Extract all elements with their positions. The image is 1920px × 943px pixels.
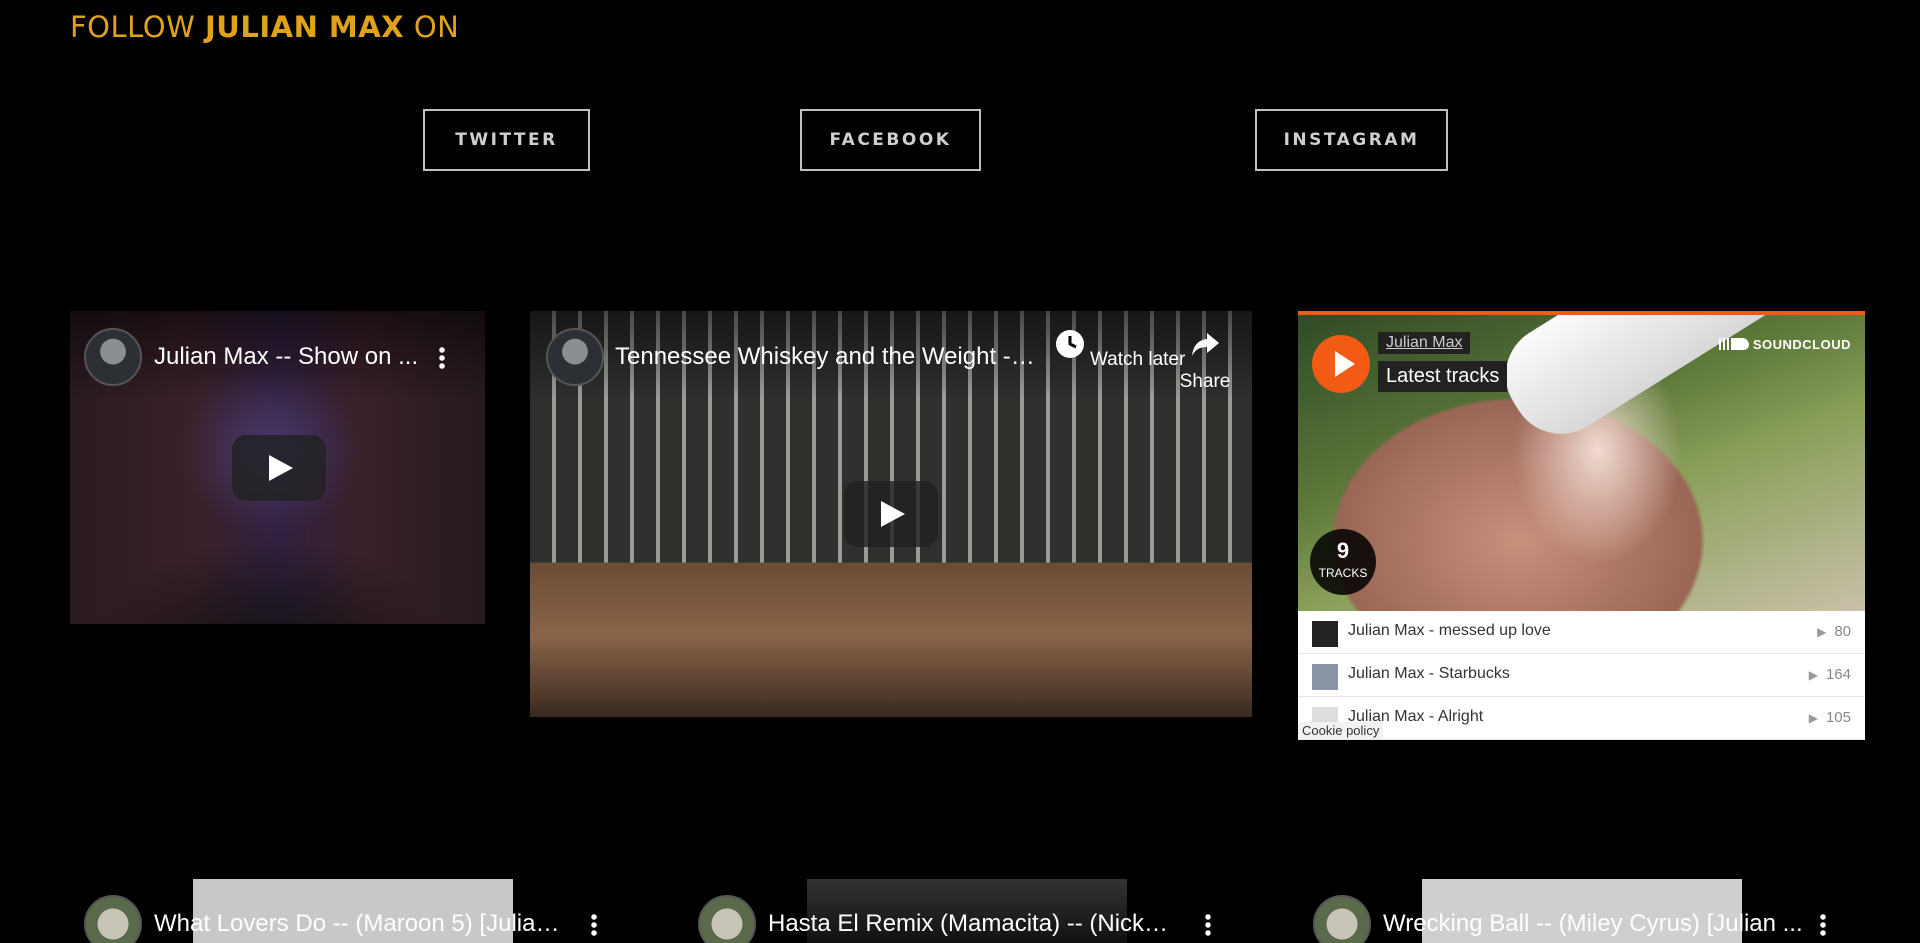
channel-avatar[interactable] [546, 328, 604, 386]
follow-suffix: ON [404, 10, 460, 44]
play-icon[interactable] [844, 481, 938, 547]
more-options-icon[interactable] [591, 913, 597, 937]
video-player-wrecking-ball[interactable]: Wrecking Ball -- (Miley Cyrus) [Julian .… [1299, 860, 1865, 943]
channel-avatar[interactable] [698, 895, 756, 943]
clock-icon [1055, 330, 1084, 358]
track-list: Julian Max - messed up love 80 Julian Ma… [1298, 611, 1865, 740]
instagram-button[interactable]: INSTAGRAM [1255, 109, 1448, 171]
track-play-count: 105 [1809, 709, 1851, 726]
soundcloud-artwork[interactable]: Julian Max Latest tracks SOUNDCLOUD 9 TR… [1298, 311, 1865, 611]
channel-avatar[interactable] [84, 895, 142, 943]
soundcloud-accent-bar [1298, 311, 1865, 315]
track-play-count: 80 [1817, 623, 1851, 640]
soundcloud-brand: SOUNDCLOUD [1752, 337, 1851, 352]
soundcloud-logo[interactable]: SOUNDCLOUD [1718, 337, 1851, 352]
soundcloud-cloud-icon [1718, 338, 1749, 350]
artwork-bottle [1486, 311, 1834, 453]
follow-prefix: FOLLOW [70, 10, 206, 44]
follow-heading: FOLLOW JULIAN MAX ON [70, 10, 459, 44]
more-options-icon[interactable] [1820, 913, 1826, 937]
play-icon[interactable] [232, 435, 326, 501]
cookie-policy-link[interactable]: Cookie policy [1298, 722, 1384, 739]
soundcloud-widget[interactable]: Julian Max Latest tracks SOUNDCLOUD 9 TR… [1298, 311, 1865, 740]
channel-avatar[interactable] [1313, 895, 1371, 943]
video-player-tennessee[interactable]: Tennessee Whiskey and the Weight --... W… [530, 311, 1252, 717]
follow-artist-name: JULIAN MAX [205, 10, 405, 44]
more-options-icon[interactable] [439, 346, 445, 370]
channel-avatar[interactable] [84, 328, 142, 386]
facebook-button[interactable]: FACEBOOK [800, 109, 981, 171]
share-icon [1192, 333, 1219, 356]
video-title[interactable]: Wrecking Ball -- (Miley Cyrus) [Julian .… [1383, 910, 1803, 938]
track-play-count: 164 [1809, 666, 1851, 683]
video-title[interactable]: Tennessee Whiskey and the Weight --... [615, 343, 1035, 371]
track-count: 9 [1336, 538, 1350, 563]
track-thumbnail [1312, 664, 1338, 690]
more-options-icon[interactable] [1205, 913, 1211, 937]
video-player-what-lovers-do[interactable]: What Lovers Do -- (Maroon 5) [Julian... [70, 860, 630, 943]
video-title[interactable]: What Lovers Do -- (Maroon 5) [Julian... [154, 910, 564, 938]
track-count-badge: 9 TRACKS [1310, 529, 1376, 595]
track-thumbnail [1312, 621, 1338, 647]
track-title[interactable]: Julian Max - messed up love [1348, 622, 1551, 640]
track-row[interactable]: Julian Max - Starbucks 164 [1298, 654, 1865, 697]
track-title[interactable]: Julian Max - Starbucks [1348, 665, 1510, 683]
video-player-hasta-el-remix[interactable]: Hasta El Remix (Mamacita) -- (Nicky ... [684, 860, 1244, 943]
twitter-button[interactable]: TWITTER [423, 109, 590, 171]
soundcloud-play-icon[interactable] [1312, 335, 1370, 393]
share-label: Share [1179, 371, 1231, 392]
video-player-show[interactable]: Julian Max -- Show on ... [70, 311, 485, 624]
share-button[interactable]: Share [1165, 329, 1245, 393]
soundcloud-user-link[interactable]: Julian Max [1378, 332, 1471, 354]
track-row[interactable]: Julian Max - messed up love 80 [1298, 611, 1865, 654]
video-title[interactable]: Hasta El Remix (Mamacita) -- (Nicky ... [768, 910, 1178, 938]
track-count-label: TRACKS [1318, 566, 1368, 580]
video-title[interactable]: Julian Max -- Show on ... [154, 343, 444, 371]
soundcloud-playlist-label: Latest tracks [1378, 361, 1508, 392]
